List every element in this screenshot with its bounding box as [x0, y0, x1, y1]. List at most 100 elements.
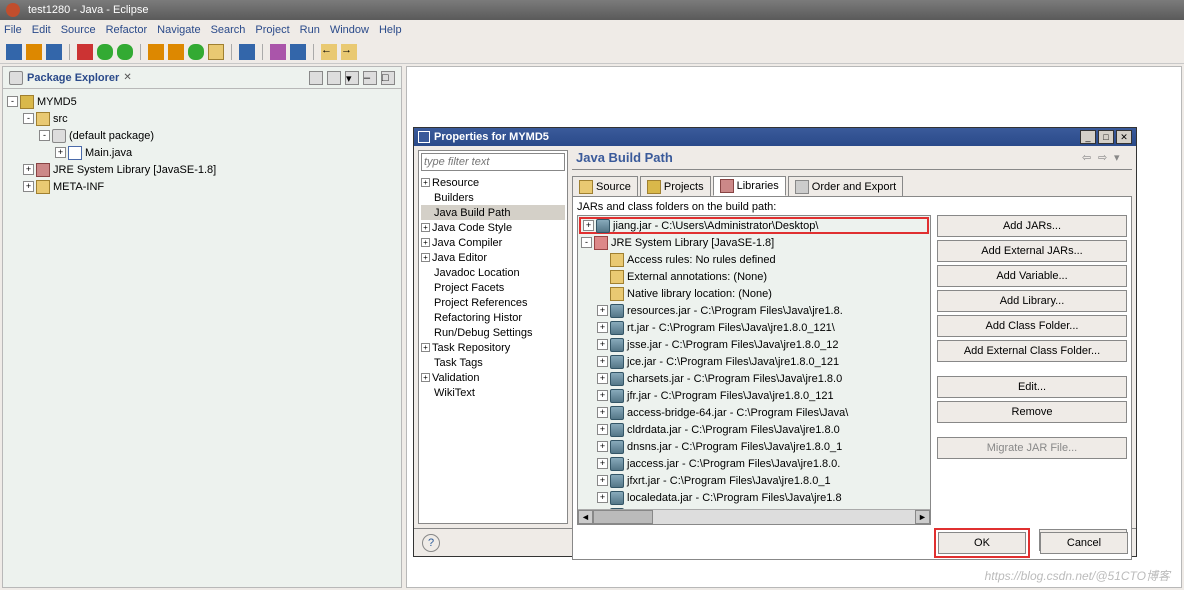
- horizontal-scrollbar[interactable]: ◄ ►: [578, 509, 930, 524]
- tree-main-java[interactable]: Main.java: [85, 147, 132, 159]
- dialog-titlebar[interactable]: Properties for MYMD5 _ □ ✕: [414, 128, 1136, 146]
- run-icon[interactable]: [97, 44, 113, 60]
- expander[interactable]: +: [597, 339, 608, 350]
- jars-tree[interactable]: +jiang.jar - C:\Users\Administrator\Desk…: [577, 215, 931, 525]
- nav-item[interactable]: +Java Compiler: [421, 235, 565, 250]
- link-editor-icon[interactable]: [327, 71, 341, 85]
- dialog-close-icon[interactable]: ✕: [1116, 130, 1132, 144]
- expander[interactable]: +: [597, 441, 608, 452]
- tab-libraries[interactable]: Libraries: [713, 176, 786, 196]
- expander[interactable]: +: [597, 424, 608, 435]
- jar-entry[interactable]: +jfxrt.jar - C:\Program Files\Java\jre1.…: [579, 472, 929, 489]
- expander[interactable]: +: [597, 475, 608, 486]
- menu-file[interactable]: File: [4, 24, 22, 36]
- expander[interactable]: +: [421, 223, 430, 232]
- tree-src[interactable]: src: [53, 113, 68, 125]
- expander[interactable]: +: [597, 373, 608, 384]
- nav-fwd-icon[interactable]: ⇨: [1098, 151, 1112, 165]
- tree-meta-inf[interactable]: META-INF: [53, 181, 104, 193]
- nav-item[interactable]: Refactoring Histor: [421, 310, 565, 325]
- nav-item[interactable]: Run/Debug Settings: [421, 325, 565, 340]
- expander[interactable]: -: [581, 237, 592, 248]
- nav-item[interactable]: Project References: [421, 295, 565, 310]
- scroll-left-icon[interactable]: ◄: [578, 510, 593, 524]
- ok-button[interactable]: OK: [938, 532, 1026, 554]
- tree-default-package[interactable]: (default package): [69, 130, 154, 142]
- nav-item[interactable]: Java Build Path: [421, 205, 565, 220]
- expander[interactable]: +: [421, 343, 430, 352]
- expander[interactable]: +: [597, 322, 608, 333]
- debug-icon[interactable]: [77, 44, 93, 60]
- nav-item[interactable]: Builders: [421, 190, 565, 205]
- nav-item[interactable]: +Task Repository: [421, 340, 565, 355]
- expander[interactable]: +: [55, 147, 66, 158]
- new-package-icon[interactable]: [168, 44, 184, 60]
- add-external-jars-button[interactable]: Add External JARs...: [937, 240, 1127, 262]
- jar-entry[interactable]: +resources.jar - C:\Program Files\Java\j…: [579, 302, 929, 319]
- jar-entry[interactable]: +jsse.jar - C:\Program Files\Java\jre1.8…: [579, 336, 929, 353]
- open-type-icon[interactable]: [208, 44, 224, 60]
- collapse-all-icon[interactable]: [309, 71, 323, 85]
- jar-entry[interactable]: +jaccess.jar - C:\Program Files\Java\jre…: [579, 455, 929, 472]
- nav-item[interactable]: +Validation: [421, 370, 565, 385]
- add-variable-button[interactable]: Add Variable...: [937, 265, 1127, 287]
- jar-entry[interactable]: +localedata.jar - C:\Program Files\Java\…: [579, 489, 929, 506]
- nav-fwd-icon[interactable]: →: [341, 44, 357, 60]
- scroll-thumb[interactable]: [593, 510, 653, 524]
- new-project-icon[interactable]: [148, 44, 164, 60]
- expander[interactable]: -: [7, 96, 18, 107]
- nav-item[interactable]: +Resource: [421, 175, 565, 190]
- expander[interactable]: +: [597, 390, 608, 401]
- expander[interactable]: +: [597, 492, 608, 503]
- nav-item[interactable]: Javadoc Location: [421, 265, 565, 280]
- nav-item[interactable]: Project Facets: [421, 280, 565, 295]
- toggle-icon[interactable]: [270, 44, 286, 60]
- add-jars-button[interactable]: Add JARs...: [937, 215, 1127, 237]
- expander[interactable]: -: [23, 113, 34, 124]
- dialog-minimize-icon[interactable]: _: [1080, 130, 1096, 144]
- view-menu-icon[interactable]: ▾: [345, 71, 359, 85]
- coverage-icon[interactable]: [117, 44, 133, 60]
- tree-jre[interactable]: JRE System Library [JavaSE-1.8]: [53, 164, 216, 176]
- new-class-icon[interactable]: [188, 44, 204, 60]
- jar-entry[interactable]: +rt.jar - C:\Program Files\Java\jre1.8.0…: [579, 319, 929, 336]
- new-icon[interactable]: [6, 44, 22, 60]
- view-close-icon[interactable]: ✕: [123, 72, 131, 83]
- minimize-icon[interactable]: –: [363, 71, 377, 85]
- nav-back-icon[interactable]: ⇦: [1082, 151, 1096, 165]
- pin-icon[interactable]: [290, 44, 306, 60]
- add-external-class-folder-button[interactable]: Add External Class Folder...: [937, 340, 1127, 362]
- menu-search[interactable]: Search: [211, 24, 246, 36]
- filter-input[interactable]: [421, 153, 565, 171]
- tree-project[interactable]: MYMD5: [37, 96, 77, 108]
- help-icon[interactable]: ?: [422, 534, 440, 552]
- nav-tree[interactable]: +ResourceBuildersJava Build Path +Java Co…: [419, 173, 567, 523]
- window-close-icon[interactable]: [6, 3, 20, 17]
- jre-library[interactable]: JRE System Library [JavaSE-1.8]: [611, 237, 774, 249]
- menu-navigate[interactable]: Navigate: [157, 24, 200, 36]
- expander[interactable]: +: [23, 181, 34, 192]
- menu-source[interactable]: Source: [61, 24, 96, 36]
- menu-help[interactable]: Help: [379, 24, 402, 36]
- tab-source[interactable]: Source: [572, 176, 638, 196]
- jar-entry[interactable]: +jfr.jar - C:\Program Files\Java\jre1.8.…: [579, 387, 929, 404]
- expander[interactable]: +: [421, 178, 430, 187]
- nav-item[interactable]: +Java Editor: [421, 250, 565, 265]
- expander[interactable]: +: [23, 164, 34, 175]
- jar-entry[interactable]: +access-bridge-64.jar - C:\Program Files…: [579, 404, 929, 421]
- jar-entry-highlighted[interactable]: +jiang.jar - C:\Users\Administrator\Desk…: [579, 217, 929, 234]
- menu-project[interactable]: Project: [255, 24, 289, 36]
- tab-projects[interactable]: Projects: [640, 176, 711, 196]
- scroll-right-icon[interactable]: ►: [915, 510, 930, 524]
- nav-item[interactable]: Task Tags: [421, 355, 565, 370]
- menu-window[interactable]: Window: [330, 24, 369, 36]
- expander[interactable]: +: [421, 238, 430, 247]
- add-library-button[interactable]: Add Library...: [937, 290, 1127, 312]
- jar-entry[interactable]: +jce.jar - C:\Program Files\Java\jre1.8.…: [579, 353, 929, 370]
- expander[interactable]: +: [583, 220, 594, 231]
- migrate-jar-button[interactable]: Migrate JAR File...: [937, 437, 1127, 459]
- jar-entry[interactable]: +cldrdata.jar - C:\Program Files\Java\jr…: [579, 421, 929, 438]
- nav-item[interactable]: WikiText: [421, 385, 565, 400]
- save-icon[interactable]: [26, 44, 42, 60]
- expander[interactable]: +: [597, 458, 608, 469]
